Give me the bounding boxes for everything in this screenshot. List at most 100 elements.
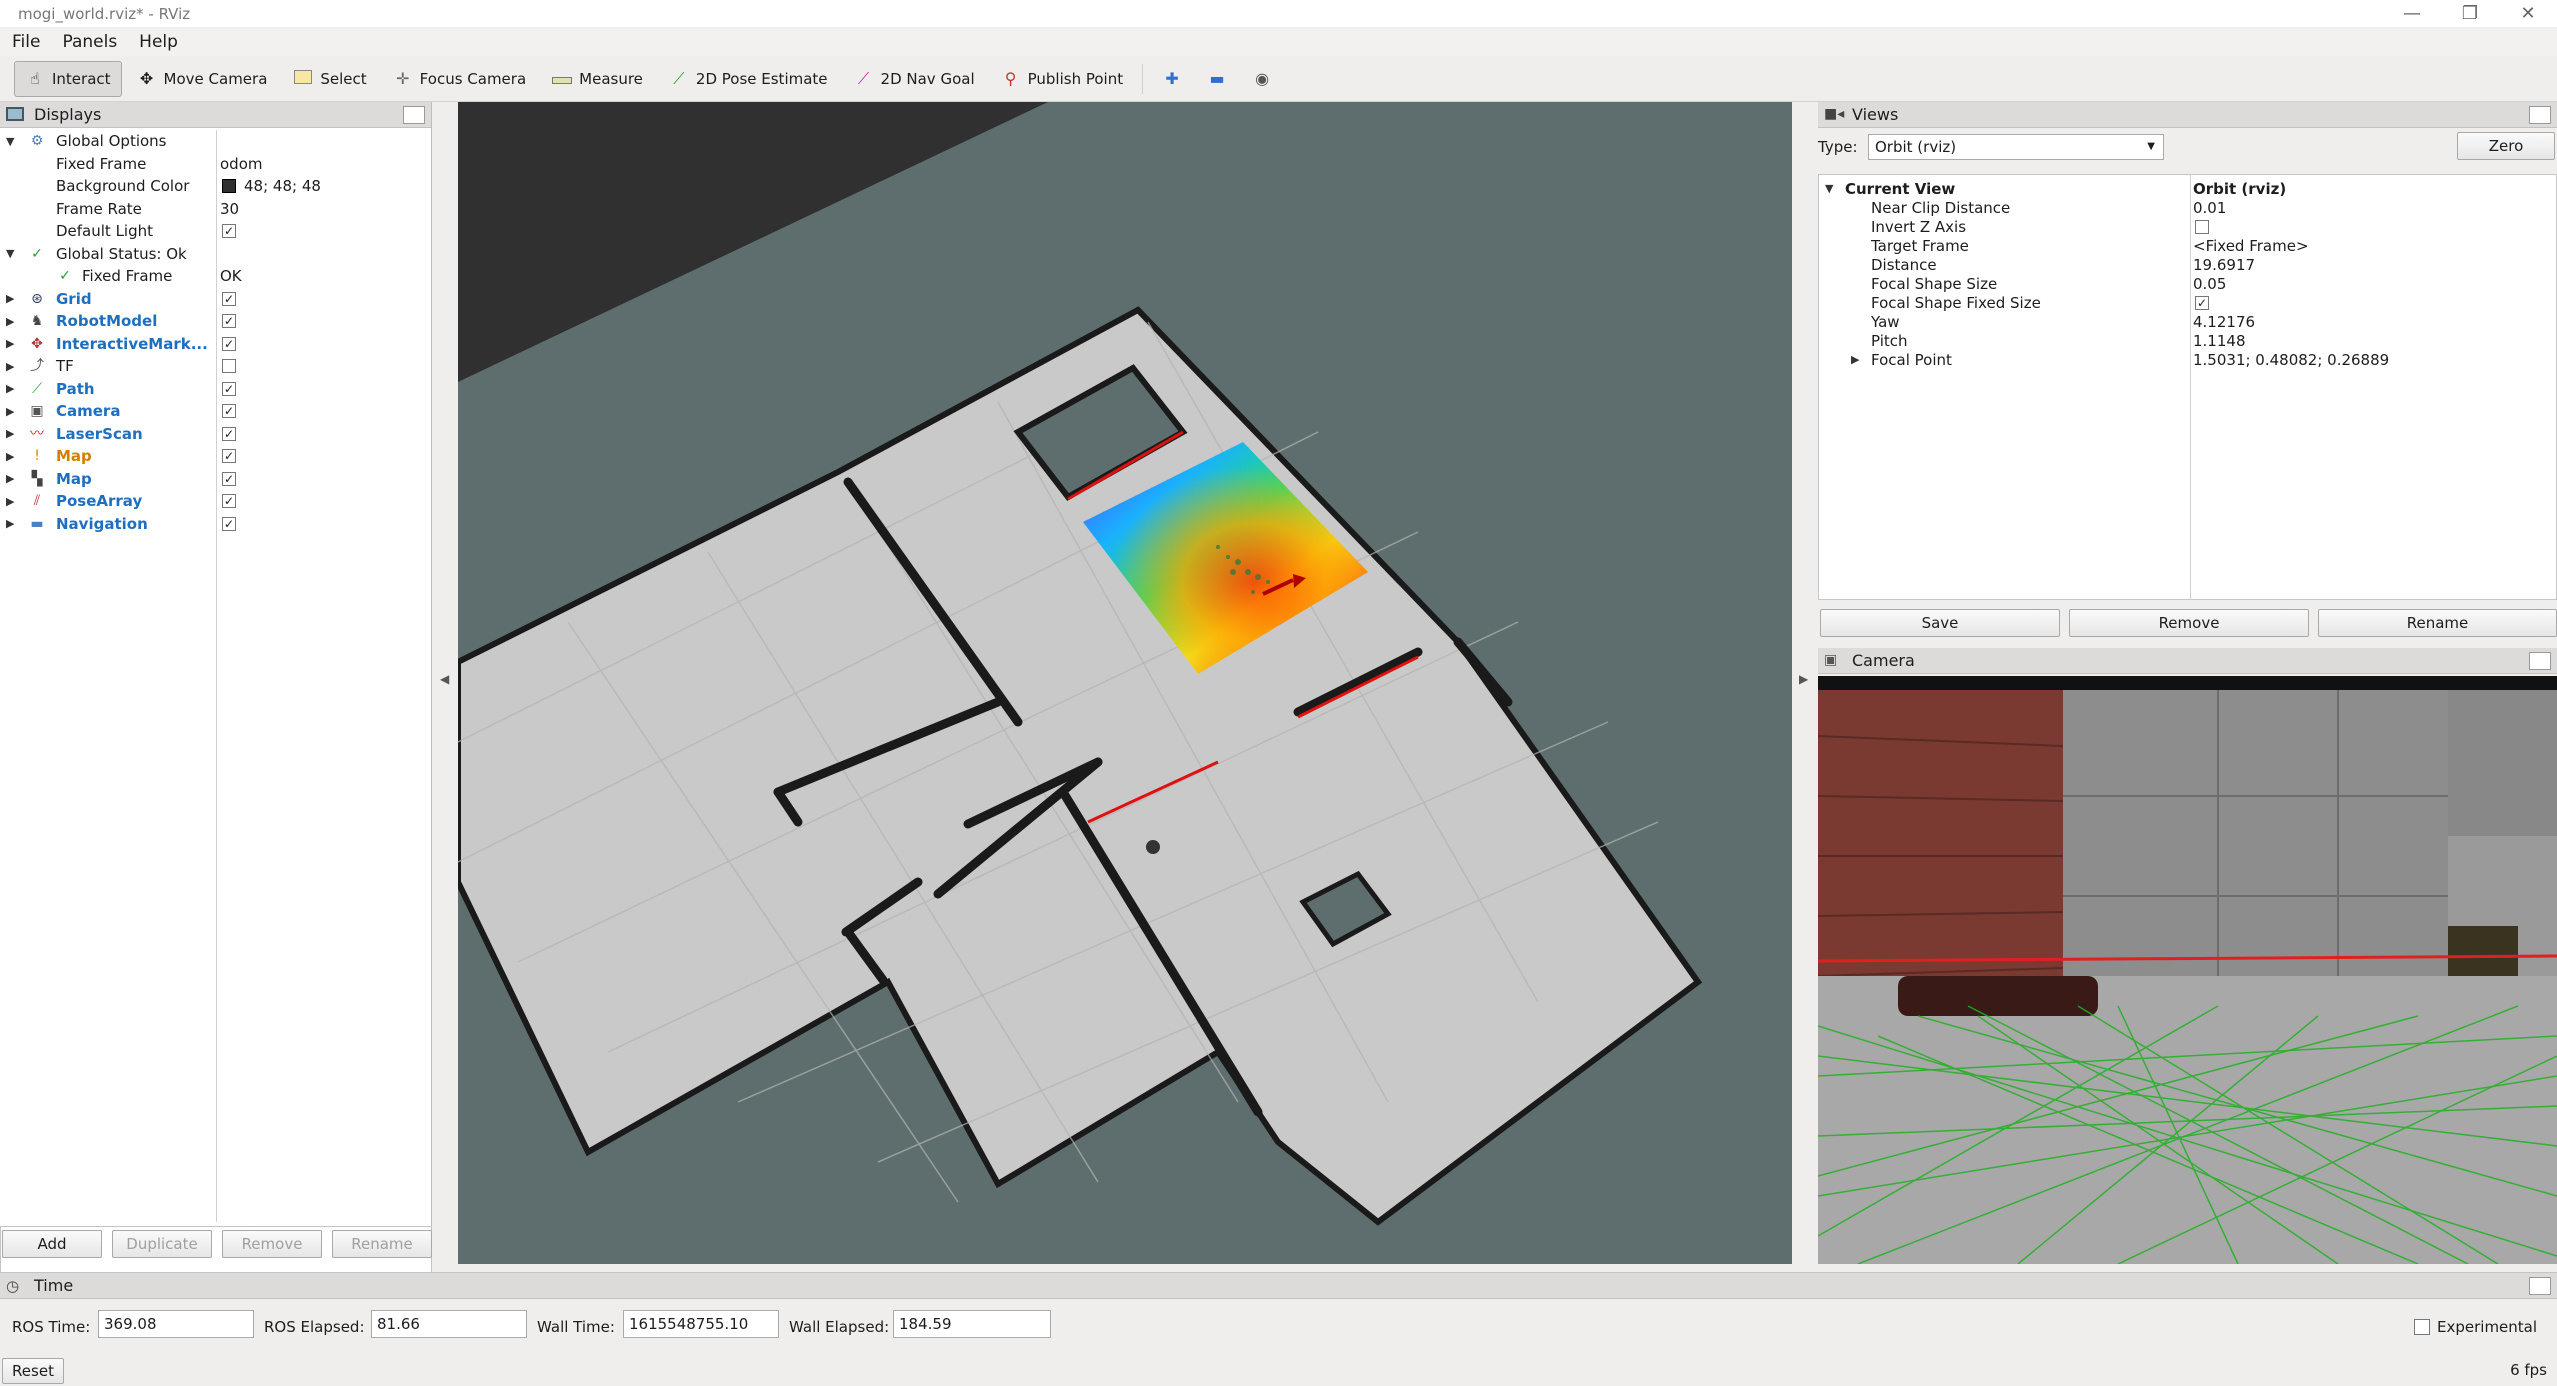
checkbox[interactable]: ✓: [222, 449, 236, 464]
tree-value[interactable]: 19.6917: [2193, 256, 2255, 274]
tree-value[interactable]: 0.05: [2193, 275, 2226, 293]
right-splitter[interactable]: ▶: [1792, 102, 1818, 1272]
expand-closed-icon[interactable]: ▶: [6, 360, 18, 373]
expand-open-icon[interactable]: ▼: [6, 135, 18, 148]
zero-button[interactable]: Zero: [2457, 132, 2555, 160]
tree-value[interactable]: <Fixed Frame>: [2193, 237, 2309, 255]
tree-row[interactable]: Focal Shape Size 0.05: [1819, 274, 2557, 293]
view-type-select[interactable]: Orbit (rviz) ▼: [1868, 134, 2164, 160]
checkbox[interactable]: ✓: [222, 224, 236, 239]
expand-closed-icon[interactable]: ▶: [6, 450, 18, 463]
checkbox[interactable]: ✓: [222, 404, 236, 419]
rename-display-button[interactable]: Rename: [332, 1230, 432, 1258]
expand-closed-icon[interactable]: ▶: [6, 405, 18, 418]
tree-row[interactable]: ▶ Focal Point 1.5031; 0.48082; 0.26889: [1819, 350, 2557, 369]
restore-icon[interactable]: ❐: [2441, 0, 2499, 27]
menu-file[interactable]: File: [12, 32, 40, 52]
wall-elapsed-field[interactable]: 184.59: [893, 1310, 1051, 1338]
tree-row[interactable]: Near Clip Distance 0.01: [1819, 198, 2557, 217]
tree-value[interactable]: 30: [220, 200, 239, 218]
checkbox[interactable]: ✓: [222, 471, 236, 486]
interactive-marker-icon: ✥: [31, 335, 43, 352]
minimize-icon[interactable]: —: [2383, 0, 2441, 27]
expand-closed-icon[interactable]: ▶: [6, 517, 18, 530]
expand-closed-icon[interactable]: ▶: [6, 337, 18, 350]
remove-tool-button[interactable]: ▬: [1200, 61, 1241, 97]
menu-panels[interactable]: Panels: [62, 32, 117, 52]
panel-title: Camera: [1852, 651, 1915, 670]
expand-closed-icon[interactable]: ▶: [1851, 353, 1863, 366]
tool-interact[interactable]: ☝ Interact: [14, 60, 122, 97]
tool-2d-pose-estimate[interactable]: ⟋ 2D Pose Estimate: [658, 61, 839, 97]
remove-display-button[interactable]: Remove: [222, 1230, 322, 1258]
menu-help[interactable]: Help: [139, 32, 178, 52]
tree-row[interactable]: Yaw 4.12176: [1819, 312, 2557, 331]
add-tool-button[interactable]: ✚: [1155, 61, 1196, 97]
checkbox[interactable]: [2195, 219, 2209, 234]
checkbox[interactable]: ✓: [222, 314, 236, 329]
left-splitter[interactable]: ◀: [432, 102, 458, 1272]
render-3d-view[interactable]: [458, 102, 1792, 1264]
tree-row[interactable]: Distance 19.6917: [1819, 255, 2557, 274]
ros-time-field[interactable]: 369.08: [98, 1310, 254, 1338]
laserscan-icon: 〰: [30, 425, 44, 442]
checkbox[interactable]: ✓: [222, 516, 236, 531]
tree-value[interactable]: 48; 48; 48: [244, 177, 321, 195]
color-swatch[interactable]: [222, 179, 236, 194]
tree-value[interactable]: 1.1148: [2193, 332, 2246, 350]
tree-label: TF: [56, 357, 74, 376]
tree-row[interactable]: Pitch 1.1148: [1819, 331, 2557, 350]
checkbox[interactable]: ✓: [222, 291, 236, 306]
tool-select[interactable]: Select: [282, 61, 377, 97]
tool-move-camera[interactable]: ✥ Move Camera: [126, 61, 279, 97]
tree-row[interactable]: Focal Shape Fixed Size ✓: [1819, 293, 2557, 312]
checkbox[interactable]: ✓: [222, 381, 236, 396]
expand-closed-icon[interactable]: ▶: [6, 315, 18, 328]
expand-open-icon[interactable]: ▼: [6, 247, 18, 260]
duplicate-button[interactable]: Duplicate: [112, 1230, 212, 1258]
ros-elapsed-field[interactable]: 81.66: [371, 1310, 527, 1338]
robot-marker: [1146, 840, 1160, 854]
add-button[interactable]: Add: [2, 1230, 102, 1258]
close-icon[interactable]: ✕: [2499, 0, 2557, 27]
expand-open-icon[interactable]: ▼: [1825, 182, 1837, 195]
tool-label: 2D Pose Estimate: [695, 69, 828, 88]
tree-row[interactable]: Target Frame <Fixed Frame>: [1819, 236, 2557, 255]
checkbox[interactable]: ✓: [222, 426, 236, 441]
wall-time-field[interactable]: 1615548755.10: [623, 1310, 779, 1338]
tree-value[interactable]: 0.01: [2193, 199, 2226, 217]
camera-type-button[interactable]: ◉: [1245, 61, 1286, 97]
tool-2d-nav-goal[interactable]: ⟋ 2D Nav Goal: [843, 61, 986, 97]
checkbox[interactable]: ✓: [222, 494, 236, 509]
float-panel-button[interactable]: [2529, 651, 2551, 670]
tool-measure[interactable]: Measure: [541, 61, 654, 97]
remove-view-button[interactable]: Remove: [2069, 609, 2309, 637]
expand-closed-icon[interactable]: ▶: [6, 292, 18, 305]
tree-row[interactable]: ▼ Current View Orbit (rviz): [1819, 179, 2557, 198]
rename-view-button[interactable]: Rename: [2318, 609, 2557, 637]
tree-row[interactable]: Invert Z Axis: [1819, 217, 2557, 236]
tree-label: Map: [56, 469, 92, 488]
checkbox[interactable]: [222, 359, 236, 374]
tree-value[interactable]: odom: [220, 155, 263, 173]
float-panel-button[interactable]: [2529, 1276, 2551, 1295]
displays-panel: Displays ▼ ⚙ Global Options Fixed Frame odom…: [0, 102, 432, 1322]
expand-closed-icon[interactable]: ▶: [6, 382, 18, 395]
expand-closed-icon[interactable]: ▶: [6, 472, 18, 485]
expand-closed-icon[interactable]: ▶: [6, 495, 18, 508]
tree-label: Fixed Frame: [56, 154, 147, 173]
toolbar: ☝ Interact ✥ Move Camera Select ✛ Focus …: [0, 56, 2557, 102]
checkbox[interactable]: ✓: [2195, 295, 2209, 310]
float-panel-button[interactable]: [2529, 105, 2551, 124]
tree-value[interactable]: 4.12176: [2193, 313, 2255, 331]
save-view-button[interactable]: Save: [1820, 609, 2060, 637]
expand-closed-icon[interactable]: ▶: [6, 427, 18, 440]
tree-value[interactable]: 1.5031; 0.48082; 0.26889: [2193, 351, 2389, 369]
experimental-checkbox[interactable]: [2414, 1319, 2430, 1335]
reset-button[interactable]: Reset: [2, 1358, 64, 1384]
tree-value[interactable]: OK: [220, 267, 242, 285]
checkbox[interactable]: ✓: [222, 336, 236, 351]
tool-focus-camera[interactable]: ✛ Focus Camera: [382, 61, 537, 97]
tool-publish-point[interactable]: ⚲ Publish Point: [990, 61, 1134, 97]
float-panel-button[interactable]: [403, 105, 425, 124]
